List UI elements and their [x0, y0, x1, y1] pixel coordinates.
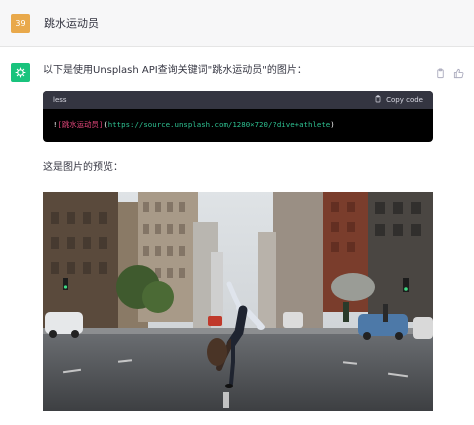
clipboard-icon[interactable]: [435, 64, 446, 79]
copy-code-button[interactable]: Copy code: [374, 95, 423, 105]
thumbs-up-icon[interactable]: [453, 64, 464, 79]
code-block: less Copy code ![跳水运动员](https://source.u…: [43, 91, 433, 142]
copy-code-label: Copy code: [386, 96, 423, 104]
intro-text: 以下是使用Unsplash API查询关键词"跳水运动员"的图片：: [43, 65, 307, 76]
preview-image: [43, 192, 433, 411]
assistant-message-row: 以下是使用Unsplash API查询关键词"跳水运动员"的图片： less C…: [0, 47, 474, 411]
code-close-paren: ): [330, 120, 335, 129]
user-message-text: 跳水运动员: [44, 17, 99, 30]
code-url: https://source.unsplash.com/1280×720/?di…: [107, 120, 331, 129]
code-content: ![跳水运动员](https://source.unsplash.com/128…: [43, 109, 433, 142]
code-language: less: [53, 96, 67, 104]
user-message-row: 39 跳水运动员: [0, 0, 474, 47]
openai-logo-icon: [11, 63, 30, 82]
user-avatar: 39: [11, 13, 30, 33]
assistant-content: 以下是使用Unsplash API查询关键词"跳水运动员"的图片： less C…: [43, 63, 433, 411]
code-header: less Copy code: [43, 91, 433, 109]
preview-label: 这是图片的预览：: [43, 162, 123, 173]
clipboard-icon: [374, 95, 382, 105]
code-alt-text: [跳水运动员]: [57, 120, 104, 129]
message-actions: [435, 64, 464, 79]
